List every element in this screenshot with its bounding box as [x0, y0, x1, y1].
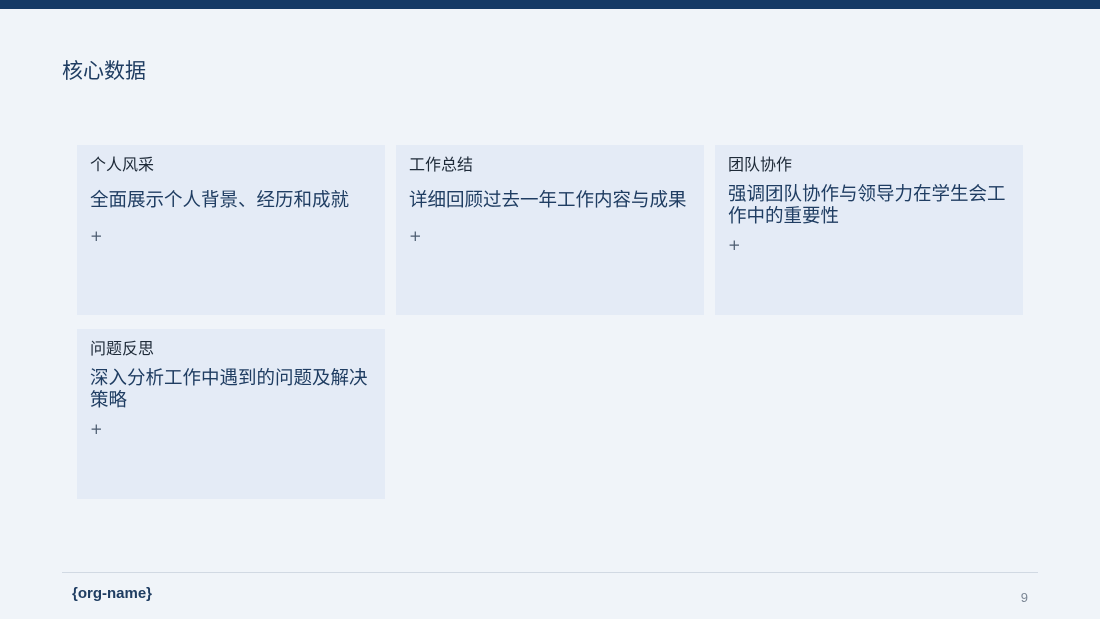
card-teamwork: 团队协作 强调团队协作与领导力在学生会工作中的重要性 + [715, 145, 1023, 315]
card-plus-marker: + [90, 227, 103, 245]
card-description: 强调团队协作与领导力在学生会工作中的重要性 [728, 184, 1006, 227]
card-label: 问题反思 [90, 339, 155, 358]
card-description: 详细回顾过去一年工作内容与成果 [409, 190, 687, 211]
card-description: 全面展示个人背景、经历和成就 [90, 190, 350, 211]
card-plus-marker: + [728, 236, 741, 254]
card-plus-marker: + [409, 227, 422, 245]
card-plus-marker: + [90, 420, 103, 438]
card-work-summary: 工作总结 详细回顾过去一年工作内容与成果 + [396, 145, 704, 315]
card-personal: 个人风采 全面展示个人背景、经历和成就 + [77, 145, 385, 315]
card-label: 个人风采 [90, 155, 155, 174]
card-label: 工作总结 [409, 155, 474, 174]
page-number: 9 [1020, 590, 1028, 605]
org-name: {org-name} [72, 585, 153, 602]
card-reflection: 问题反思 深入分析工作中遇到的问题及解决策略 + [77, 329, 385, 499]
page-title: 核心数据 [62, 59, 146, 83]
top-accent-bar [0, 0, 1100, 9]
card-label: 团队协作 [728, 155, 793, 174]
card-description: 深入分析工作中遇到的问题及解决策略 [90, 368, 368, 411]
footer-divider [62, 572, 1038, 573]
